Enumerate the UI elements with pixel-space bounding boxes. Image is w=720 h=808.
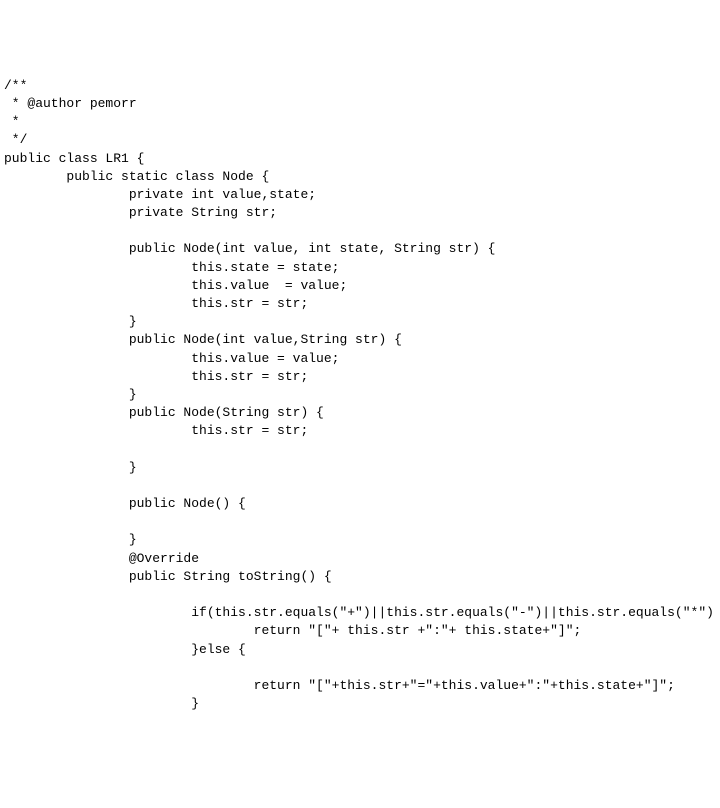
code-line: this.str = str; (4, 369, 308, 384)
code-line: @Override (4, 551, 199, 566)
code-line: this.str = str; (4, 423, 308, 438)
code-line: private String str; (4, 205, 277, 220)
code-line: } (4, 387, 137, 402)
code-line: public Node() { (4, 496, 246, 511)
code-line: } (4, 460, 137, 475)
code-line: public Node(String str) { (4, 405, 324, 420)
code-line: public Node(int value,String str) { (4, 332, 402, 347)
code-line: } (4, 696, 199, 711)
code-line: private int value,state; (4, 187, 316, 202)
code-line: * @author pemorr (4, 96, 137, 111)
code-line: } (4, 314, 137, 329)
code-line: if(this.str.equals("+")||this.str.equals… (4, 605, 714, 620)
code-line: public String toString() { (4, 569, 332, 584)
code-line: } (4, 532, 137, 547)
code-line: public static class Node { (4, 169, 269, 184)
code-line: /** (4, 78, 27, 93)
code-block: /** * @author pemorr * */ public class L… (4, 77, 720, 714)
code-line: return "["+ this.str +":"+ this.state+"]… (4, 623, 581, 638)
code-line: this.value = value; (4, 278, 347, 293)
code-line: this.value = value; (4, 351, 339, 366)
code-line: this.state = state; (4, 260, 339, 275)
code-line: */ (4, 132, 27, 147)
code-line: this.str = str; (4, 296, 308, 311)
code-line: return "["+this.str+"="+this.value+":"+t… (4, 678, 675, 693)
code-line: * (4, 114, 20, 129)
code-line: }else { (4, 642, 246, 657)
code-line: public class LR1 { (4, 151, 144, 166)
code-line: public Node(int value, int state, String… (4, 241, 495, 256)
